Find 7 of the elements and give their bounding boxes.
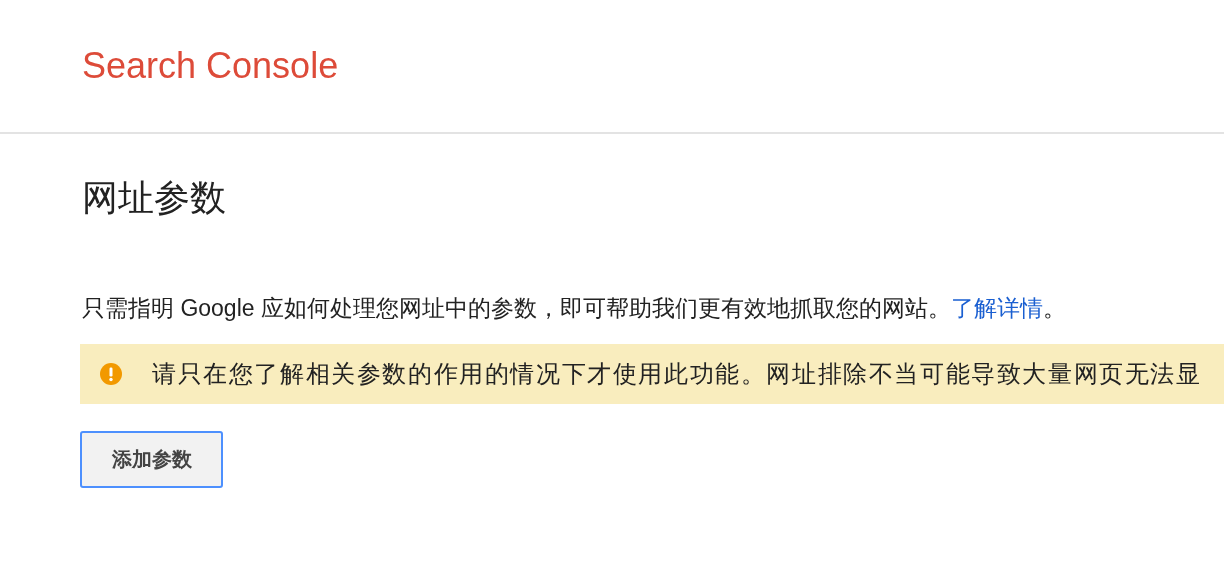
warning-icon — [100, 363, 122, 385]
learn-more-link[interactable]: 了解详情 — [950, 295, 1043, 321]
page-title: 网址参数 — [82, 176, 227, 220]
warning-text: 请只在您了解相关参数的作用的情况下才使用此功能。网址排除不当可能导致大量网页无法显 — [152, 359, 1202, 389]
add-parameter-button[interactable]: 添加参数 — [80, 431, 223, 488]
description-text: 只需指明 Google 应如何处理您网址中的参数，即可帮助我们更有效地抓取您的网站。了解详情。 — [82, 294, 1067, 323]
app-logo[interactable]: Search Console — [82, 45, 339, 87]
